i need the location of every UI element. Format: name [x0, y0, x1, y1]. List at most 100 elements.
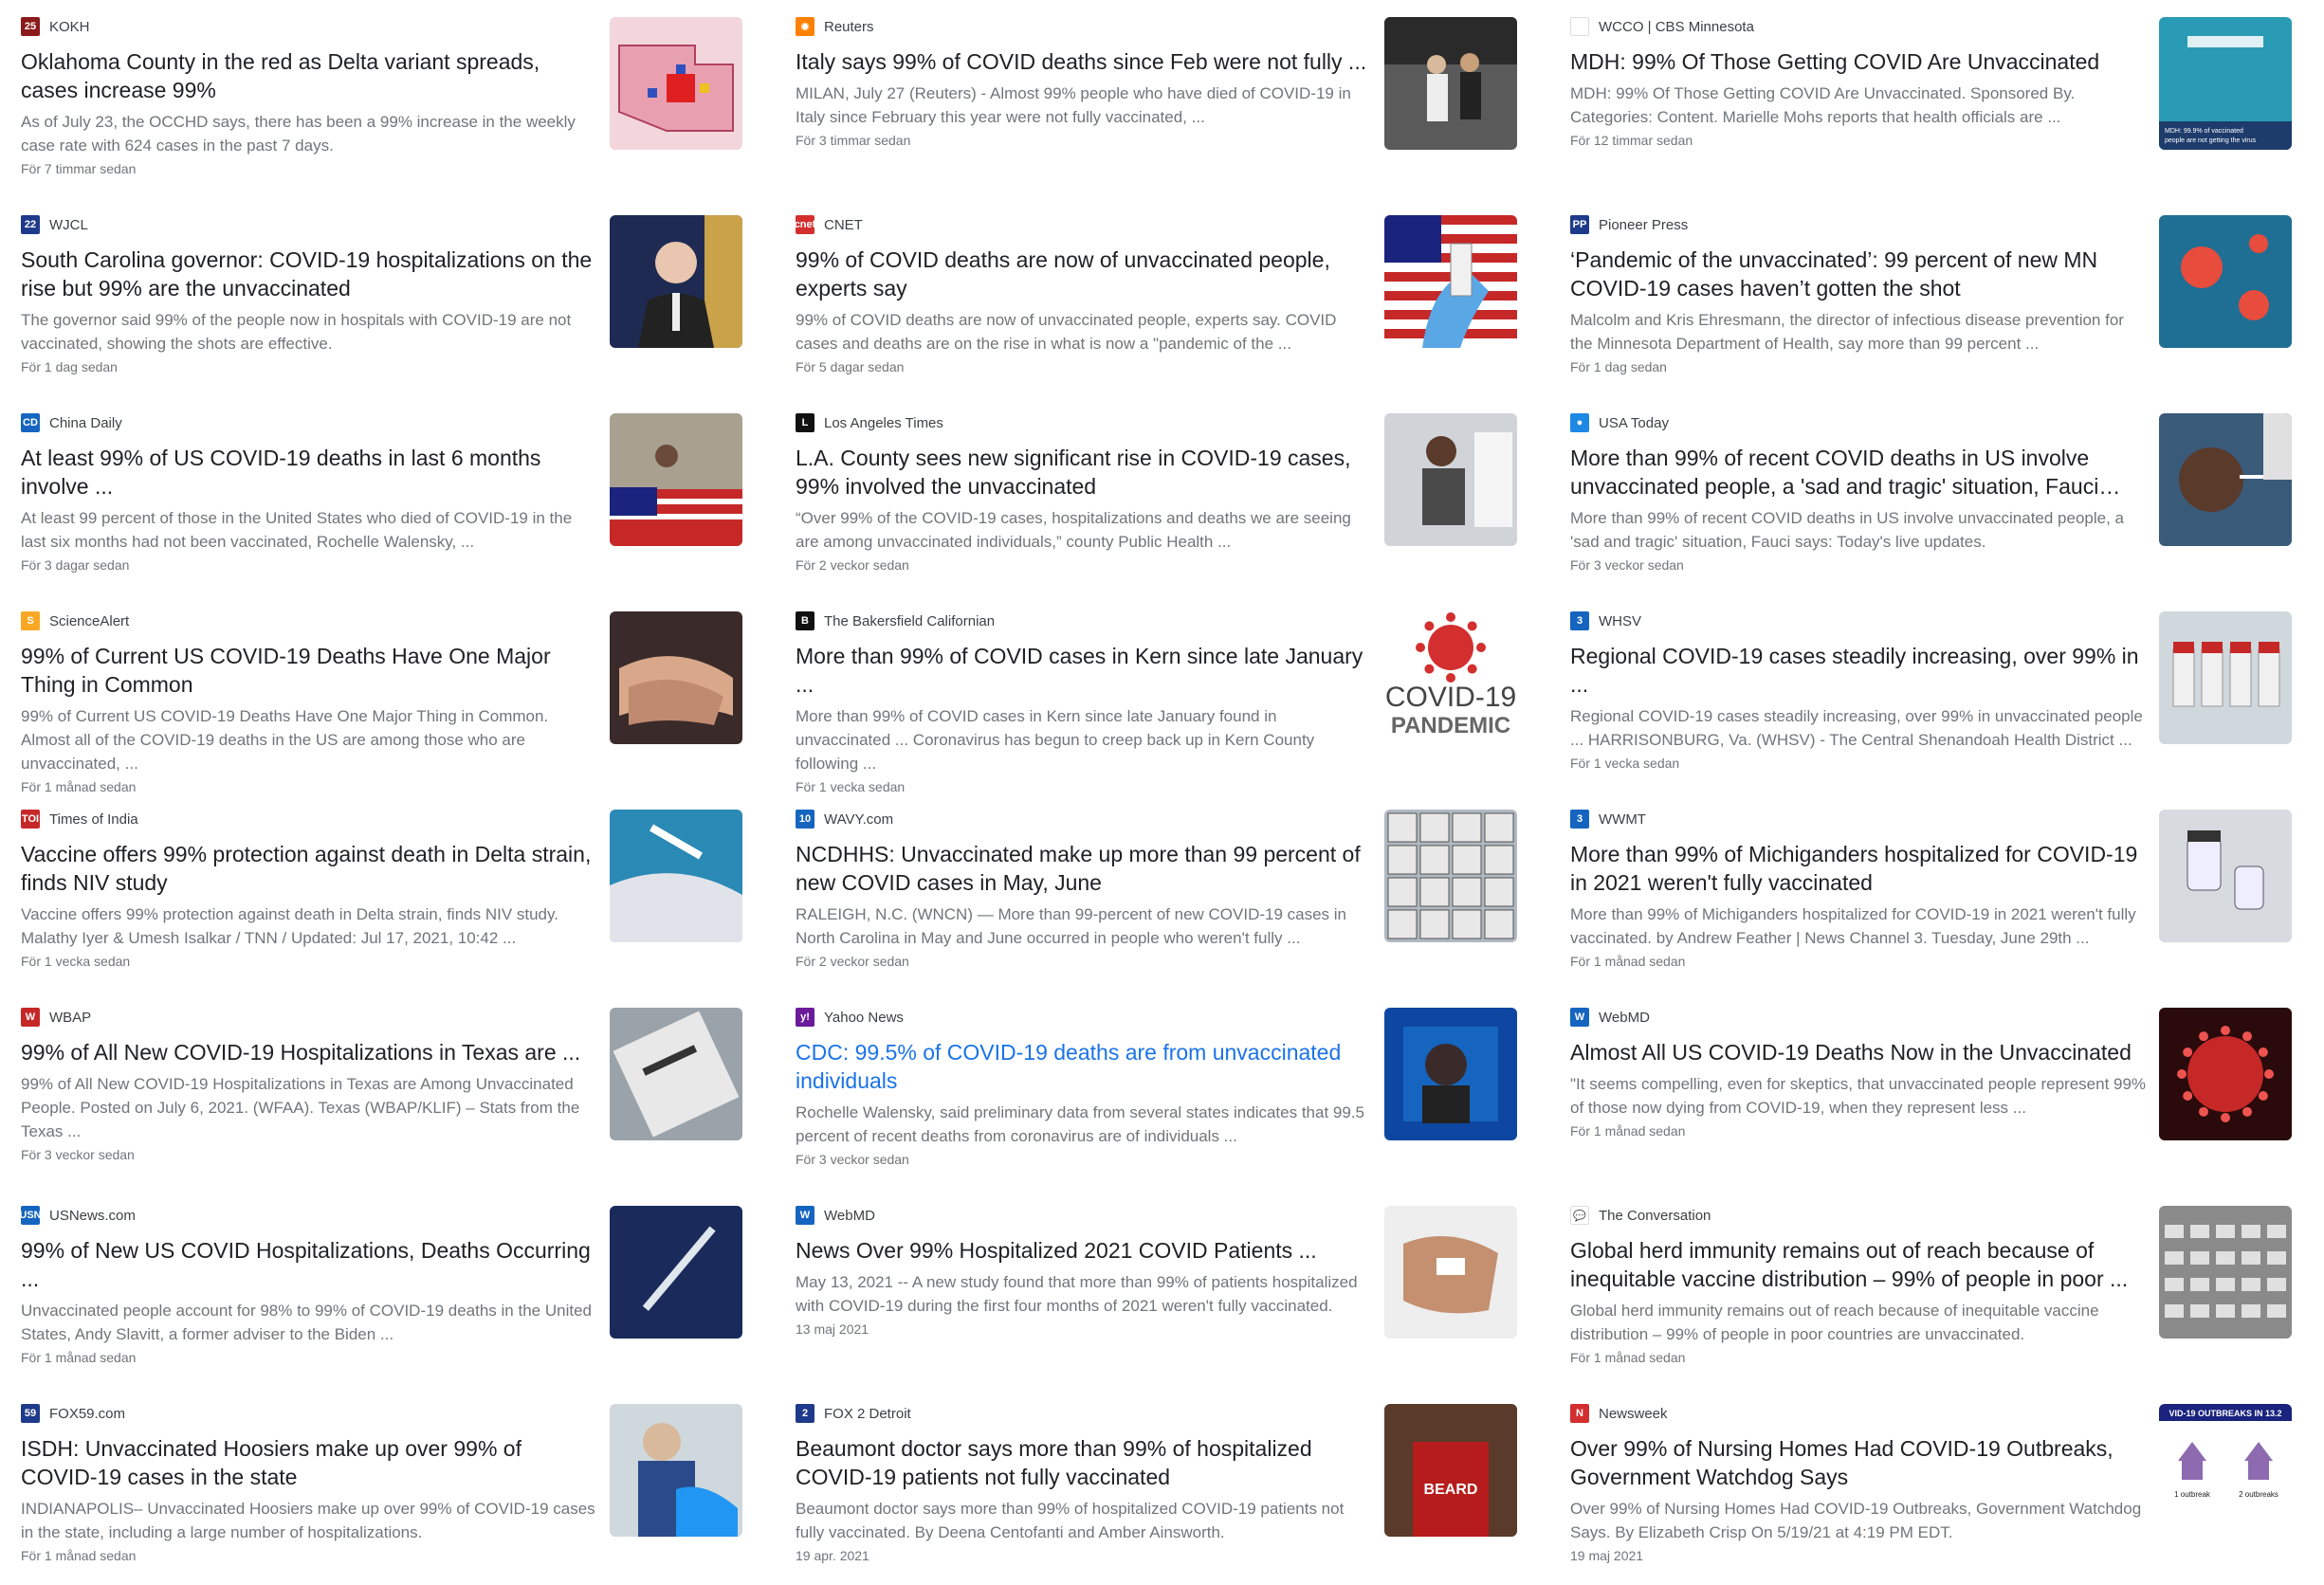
thumbnail-governor[interactable]	[610, 215, 742, 348]
news-card[interactable]: 22 WJCL South Carolina governor: COVID-1…	[0, 198, 775, 396]
news-card[interactable]: W WebMD News Over 99% Hospitalized 2021 …	[775, 1189, 1549, 1387]
news-card[interactable]: 3 WWMT More than 99% of Michiganders hos…	[1549, 792, 2324, 991]
thumbnail-worker[interactable]	[1384, 413, 1517, 546]
thumbnail-flagvial[interactable]	[1384, 215, 1517, 348]
timestamp: För 3 veckor sedan	[1570, 557, 1684, 573]
news-card[interactable]: 3 WHSV Regional COVID-19 cases steadily …	[1549, 594, 2324, 792]
headline-link[interactable]: Oklahoma County in the red as Delta vari…	[21, 47, 599, 104]
thumbnail-hands[interactable]	[610, 611, 742, 744]
svg-text:BEARD: BEARD	[1424, 1482, 1478, 1498]
thumbnail-vaccinebox[interactable]	[610, 1008, 742, 1140]
snippet: May 13, 2021 -- A new study found that m…	[796, 1273, 1358, 1315]
headline-link[interactable]: 99% of COVID deaths are now of unvaccina…	[796, 246, 1374, 302]
headline-link[interactable]: Beaumont doctor says more than 99% of ho…	[796, 1434, 1374, 1491]
thumbnail-pandemic[interactable]: COVID-19 PANDEMIC	[1384, 611, 1517, 744]
news-card[interactable]: ● USA Today More than 99% of recent COVI…	[1549, 396, 2324, 594]
headline-link[interactable]: ISDH: Unvaccinated Hoosiers make up over…	[21, 1434, 599, 1491]
thumbnail-map[interactable]	[610, 17, 742, 150]
headline-link[interactable]: More than 99% of recent COVID deaths in …	[1570, 444, 2149, 501]
snippet: 99% of Current US COVID-19 Deaths Have O…	[21, 707, 549, 773]
headline-link[interactable]: Global herd immunity remains out of reac…	[1570, 1236, 2149, 1293]
news-card[interactable]: y! Yahoo News CDC: 99.5% of COVID-19 dea…	[775, 991, 1549, 1189]
thumbnail-graphic	[2159, 611, 2292, 744]
timestamp: För 3 veckor sedan	[21, 1147, 135, 1162]
news-source: CD China Daily	[21, 410, 599, 436]
timestamp: För 3 veckor sedan	[796, 1152, 909, 1167]
thumbnail-virusblue[interactable]	[2159, 215, 2292, 348]
news-card[interactable]: 59 FOX59.com ISDH: Unvaccinated Hoosiers…	[0, 1387, 775, 1585]
news-card[interactable]: 💬 The Conversation Global herd immunity …	[1549, 1189, 2324, 1387]
news-card[interactable]: CD China Daily At least 99% of US COVID-…	[0, 396, 775, 594]
headline-link[interactable]: NCDHHS: Unvaccinated make up more than 9…	[796, 840, 1374, 897]
timestamp: För 1 månad sedan	[1570, 1123, 1686, 1139]
thumbnail-jersey[interactable]: BEARD	[1384, 1404, 1517, 1537]
thumbnail-boxes[interactable]	[1384, 810, 1517, 942]
headline-link[interactable]: More than 99% of COVID cases in Kern sin…	[796, 642, 1374, 699]
news-card[interactable]: N Newsweek Over 99% of Nursing Homes Had…	[1549, 1387, 2324, 1585]
svg-text:1 outbreak: 1 outbreak	[2174, 1490, 2211, 1499]
thumbnail-syringe[interactable]	[610, 1206, 742, 1339]
thumbnail-ivhand[interactable]	[1384, 1206, 1517, 1339]
headline-link[interactable]: News Over 99% Hospitalized 2021 COVID Pa…	[796, 1236, 1374, 1265]
news-card[interactable]: W WebMD Almost All US COVID-19 Deaths No…	[1549, 991, 2324, 1189]
news-source: ✹ Reuters	[796, 13, 1374, 40]
source-favicon-icon: CD	[21, 413, 40, 432]
source-name: Times of India	[49, 811, 138, 828]
thumbnail-vials[interactable]	[2159, 611, 2292, 744]
headline-link[interactable]: More than 99% of Michiganders hospitaliz…	[1570, 840, 2149, 897]
thumbnail-virusred[interactable]	[2159, 1008, 2292, 1140]
thumbnail-graphic: BEARD	[1384, 1404, 1517, 1537]
source-favicon-icon: PP	[1570, 215, 1589, 234]
headline-link[interactable]: ‘Pandemic of the unvaccinated’: 99 perce…	[1570, 246, 2149, 302]
thumbnail-injection[interactable]	[610, 810, 742, 942]
source-name: Newsweek	[1599, 1405, 1668, 1422]
thumbnail-funeral[interactable]	[610, 413, 742, 546]
thumbnail-bottles[interactable]	[2159, 810, 2292, 942]
headline-link[interactable]: CDC: 99.5% of COVID-19 deaths are from u…	[796, 1038, 1374, 1095]
news-card[interactable]: WCCO | CBS Minnesota MDH: 99% Of Those G…	[1549, 0, 2324, 198]
headline-link[interactable]: 99% of New US COVID Hospitalizations, De…	[21, 1236, 599, 1293]
thumbnail-video[interactable]	[1384, 1008, 1517, 1140]
source-favicon-icon: y!	[796, 1008, 814, 1027]
thumbnail-vaccinate[interactable]: MDH: 99.9% of vaccinated people are not g…	[2159, 17, 2292, 150]
news-card[interactable]: PP Pioneer Press ‘Pandemic of the unvacc…	[1549, 198, 2324, 396]
news-card[interactable]: 10 WAVY.com NCDHHS: Unvaccinated make up…	[775, 792, 1549, 991]
thumbnail-graphic	[2159, 1206, 2292, 1339]
source-name: FOX 2 Detroit	[824, 1405, 911, 1422]
news-source: cnet CNET	[796, 211, 1374, 238]
headline-link[interactable]: Over 99% of Nursing Homes Had COVID-19 O…	[1570, 1434, 2149, 1491]
thumbnail-swab[interactable]	[2159, 413, 2292, 546]
news-card[interactable]: cnet CNET 99% of COVID deaths are now of…	[775, 198, 1549, 396]
headline-link[interactable]: 99% of All New COVID-19 Hospitalizations…	[21, 1038, 599, 1066]
news-source: B The Bakersfield Californian	[796, 608, 1374, 634]
thumbnail-outbreaks[interactable]: VID-19 OUTBREAKS IN 13.2 1 outbreak 2 outb…	[2159, 1404, 2292, 1537]
headline-link[interactable]: 99% of Current US COVID-19 Deaths Have O…	[21, 642, 599, 699]
news-card[interactable]: USN USNews.com 99% of New US COVID Hospi…	[0, 1189, 775, 1387]
source-name: WJCL	[49, 216, 88, 233]
news-card[interactable]: W WBAP 99% of All New COVID-19 Hospitali…	[0, 991, 775, 1189]
news-card[interactable]: L Los Angeles Times L.A. County sees new…	[775, 396, 1549, 594]
card-text: y! Yahoo News CDC: 99.5% of COVID-19 dea…	[796, 1004, 1374, 1167]
news-card[interactable]: 25 KOKH Oklahoma County in the red as De…	[0, 0, 775, 198]
news-card[interactable]: ✹ Reuters Italy says 99% of COVID deaths…	[775, 0, 1549, 198]
thumbnail-hall[interactable]	[2159, 1206, 2292, 1339]
news-card[interactable]: 2 FOX 2 Detroit Beaumont doctor says mor…	[775, 1387, 1549, 1585]
headline-link[interactable]: Almost All US COVID-19 Deaths Now in the…	[1570, 1038, 2149, 1066]
headline-link[interactable]: South Carolina governor: COVID-19 hospit…	[21, 246, 599, 302]
source-favicon-icon: 3	[1570, 611, 1589, 630]
news-source: S ScienceAlert	[21, 608, 599, 634]
headline-link[interactable]: Regional COVID-19 cases steadily increas…	[1570, 642, 2149, 699]
headline-link[interactable]: L.A. County sees new significant rise in…	[796, 444, 1374, 501]
headline-link[interactable]: Vaccine offers 99% protection against de…	[21, 840, 599, 897]
headline-link[interactable]: Italy says 99% of COVID deaths since Feb…	[796, 47, 1374, 76]
source-name: China Daily	[49, 414, 122, 431]
headline-link[interactable]: MDH: 99% Of Those Getting COVID Are Unva…	[1570, 47, 2149, 76]
news-card[interactable]: TOI Times of India Vaccine offers 99% pr…	[0, 792, 775, 991]
headline-link[interactable]: At least 99% of US COVID-19 deaths in la…	[21, 444, 599, 501]
news-card[interactable]: B The Bakersfield Californian More than …	[775, 594, 1549, 792]
source-favicon-icon: 25	[21, 17, 40, 36]
news-card[interactable]: S ScienceAlert 99% of Current US COVID-1…	[0, 594, 775, 792]
news-source: W WBAP	[21, 1004, 599, 1030]
thumbnail-gloves[interactable]	[610, 1404, 742, 1537]
thumbnail-street[interactable]	[1384, 17, 1517, 150]
